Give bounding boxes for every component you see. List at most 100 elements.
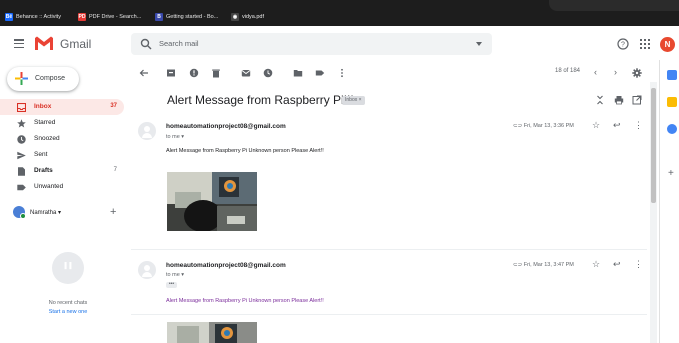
thread-subject: Alert Message from Raspberry Pi!!! — [167, 93, 354, 107]
scrollbar-thumb[interactable] — [651, 88, 656, 203]
print-icon[interactable] — [614, 95, 624, 105]
bookmark-label: PDF Drive - Search... — [89, 14, 142, 20]
sidebar-item-label: Inbox — [34, 103, 52, 110]
window-controls — [549, 0, 679, 11]
unread-count: 37 — [110, 103, 117, 109]
labels-icon[interactable] — [315, 68, 325, 78]
star-message-icon[interactable]: ☆ — [592, 120, 600, 131]
mark-unread-icon[interactable] — [241, 68, 251, 78]
search-options-icon[interactable] — [476, 42, 482, 46]
inbox-icon — [17, 103, 26, 112]
bookmarks-bar: Bē Behance :: Activity PD PDF Drive - Se… — [0, 0, 679, 26]
sidebar-item-snoozed[interactable]: Snoozed — [0, 131, 124, 147]
tasks-icon[interactable] — [667, 124, 677, 134]
sidebar-item-label: Sent — [34, 151, 48, 158]
bookmark-pdf-drive[interactable]: PD PDF Drive - Search... — [78, 11, 141, 23]
bookmark-label: Behance :: Activity — [16, 14, 61, 20]
calendar-icon[interactable] — [667, 70, 677, 80]
gmail-logo[interactable] — [34, 35, 54, 51]
no-chats-text: No recent chats — [48, 300, 88, 306]
sidebar-item-starred[interactable]: Starred — [0, 115, 124, 131]
user-name: Namratha ▾ — [30, 210, 62, 216]
reply-icon[interactable]: ↩ — [613, 259, 621, 270]
bookmark-getting-started[interactable]: B Getting started - Bo... — [155, 11, 218, 23]
compose-plus-icon — [15, 72, 28, 85]
side-panel-divider — [659, 60, 660, 343]
main-menu-icon[interactable] — [14, 39, 24, 48]
draft-icon — [18, 167, 25, 176]
app-name: Gmail — [60, 37, 92, 51]
archive-icon[interactable] — [166, 68, 176, 78]
compose-button[interactable]: Compose — [7, 67, 79, 91]
reply-icon[interactable]: ↩ — [613, 120, 621, 131]
message-date: ⊂⊃ Fri, Mar 13, 3:36 PM — [513, 123, 574, 129]
new-conversation-button[interactable]: + — [110, 206, 116, 218]
attachment-image[interactable] — [167, 172, 257, 231]
behance-icon: Bē — [5, 13, 13, 21]
account-avatar[interactable]: N — [660, 37, 675, 52]
delete-icon[interactable] — [211, 68, 221, 78]
send-icon — [17, 151, 26, 160]
search-icon[interactable] — [140, 38, 152, 50]
compose-label: Compose — [35, 75, 65, 82]
message-more-icon[interactable]: ⋮ — [634, 120, 643, 131]
apps-grid-icon[interactable] — [639, 38, 651, 50]
sidebar-item-sent[interactable]: Sent — [0, 147, 124, 163]
sidebar-item-label: Snoozed — [34, 135, 60, 142]
sender-avatar — [138, 261, 156, 279]
attachment-clip-icon: ⊂⊃ — [513, 123, 524, 129]
inbox-label-chip[interactable]: Inbox × — [342, 96, 365, 105]
drafts-count: 7 — [113, 167, 117, 173]
message-body: Alert Message from Raspberry Pi Unknown … — [166, 148, 324, 154]
attachment-clip-icon: ⊂⊃ — [513, 262, 524, 268]
settings-gear-icon[interactable] — [632, 68, 642, 78]
keep-icon[interactable] — [667, 97, 677, 107]
clock-icon — [17, 135, 26, 144]
sender-email[interactable]: homeautomationproject08@gmail.com — [166, 262, 286, 269]
sender-avatar — [138, 122, 156, 140]
chat-quote-icon: " — [52, 252, 84, 288]
star-icon — [17, 119, 26, 128]
sidebar-item-unwanted[interactable]: Unwanted — [0, 179, 124, 195]
sidebar-item-label: Unwanted — [34, 183, 64, 190]
user-avatar — [13, 206, 26, 219]
globe-icon: ◉ — [231, 13, 239, 21]
sidebar-item-label: Starred — [34, 119, 56, 126]
message-date: ⊂⊃ Fri, Mar 13, 3:47 PM — [513, 262, 574, 268]
recipient-line[interactable]: to me ▾ — [166, 272, 184, 278]
star-message-icon[interactable]: ☆ — [592, 259, 600, 270]
search-bar[interactable]: Search mail — [131, 33, 492, 55]
snooze-icon[interactable] — [263, 68, 273, 78]
bookmark-label: Getting started - Bo... — [166, 14, 219, 20]
sidebar-item-drafts[interactable]: Drafts 7 — [0, 163, 124, 179]
move-to-icon[interactable] — [293, 68, 303, 78]
back-arrow-icon[interactable] — [139, 68, 149, 78]
sidebar-item-inbox[interactable]: Inbox 37 — [0, 99, 124, 115]
recipient-line[interactable]: to me ▾ — [166, 134, 184, 140]
bookmark-b-icon: B — [155, 13, 163, 21]
start-chat-link[interactable]: Start a new one — [0, 309, 136, 315]
newer-chevron-icon[interactable]: ‹ — [594, 67, 597, 77]
message-divider — [131, 314, 647, 315]
get-add-ons-icon[interactable]: + — [668, 168, 674, 179]
pdf-drive-icon: PD — [78, 13, 86, 21]
more-vert-icon[interactable] — [337, 68, 347, 78]
bookmark-behance[interactable]: Bē Behance :: Activity — [5, 11, 61, 23]
pagination-text: 18 of 184 — [555, 68, 581, 74]
search-input[interactable]: Search mail — [159, 39, 199, 48]
svg-text:?: ? — [621, 42, 625, 49]
show-trimmed-content-button[interactable]: ••• — [166, 282, 177, 288]
older-chevron-icon[interactable]: › — [614, 67, 617, 77]
message-more-icon[interactable]: ⋮ — [634, 259, 643, 270]
report-spam-icon[interactable] — [189, 68, 199, 78]
help-icon[interactable]: ? — [617, 38, 629, 50]
open-new-window-icon[interactable] — [632, 95, 642, 105]
sidebar-item-label: Drafts — [34, 167, 53, 174]
label-icon — [17, 184, 26, 191]
bookmark-vidya-pdf[interactable]: ◉ vidya.pdf — [231, 11, 264, 23]
attachment-image[interactable] — [167, 322, 257, 343]
gmail-header: Gmail Search mail ? N — [0, 26, 679, 64]
expand-all-icon[interactable] — [595, 95, 605, 105]
sender-email[interactable]: homeautomationproject08@gmail.com — [166, 123, 286, 130]
message-body: Alert Message from Raspberry Pi Unknown … — [166, 298, 324, 304]
